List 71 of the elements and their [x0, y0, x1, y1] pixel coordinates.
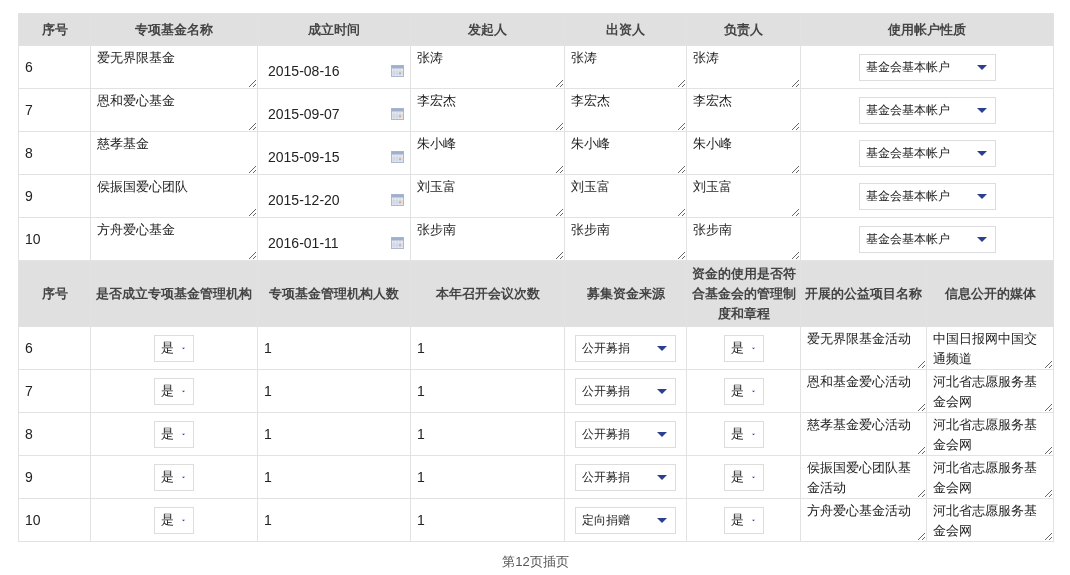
dropdown[interactable]: 是: [154, 463, 194, 491]
dropdown[interactable]: 是: [723, 377, 764, 405]
caret-icon: [976, 64, 987, 70]
column-header: 专项基金管理机构人数: [257, 261, 411, 327]
dropdown[interactable]: 基金会基本帐户: [858, 96, 996, 124]
column-header: 募集资金来源: [564, 261, 687, 327]
calendar-icon[interactable]: [391, 194, 404, 206]
table-cell: 1: [257, 326, 411, 370]
caret-icon: [976, 193, 987, 199]
column-header: 开展的公益项目名称: [800, 261, 927, 327]
table-cell: 6: [18, 326, 91, 370]
dropdown[interactable]: 公开募捐: [575, 377, 676, 405]
dropdown[interactable]: 公开募捐: [575, 334, 676, 362]
column-header: 资金的使用是否符合基金会的管理制度和章程: [686, 261, 801, 327]
dropdown[interactable]: 定向捐赠: [575, 506, 676, 534]
table-cell: 1: [410, 455, 565, 499]
table-cell: 6: [18, 45, 91, 89]
calendar-icon[interactable]: [391, 237, 404, 249]
table-cell: 1: [410, 326, 565, 370]
dropdown[interactable]: 是: [723, 420, 764, 448]
table-cell: 8: [18, 412, 91, 456]
table-cell: 8: [18, 131, 91, 175]
caret-icon: [657, 431, 667, 437]
dropdown[interactable]: 基金会基本帐户: [858, 182, 996, 210]
dropdown[interactable]: 是: [723, 334, 764, 362]
dropdown[interactable]: 是: [723, 506, 764, 534]
table-cell: 10: [18, 217, 91, 261]
table-cell: 1: [410, 369, 565, 413]
column-header: 序号: [18, 13, 91, 46]
dropdown[interactable]: 是: [154, 334, 194, 362]
column-header: 本年召开会议次数: [410, 261, 565, 327]
table-cell: 1: [257, 498, 411, 542]
calendar-icon[interactable]: [391, 151, 404, 163]
column-header: 是否成立专项基金管理机构: [90, 261, 258, 327]
dropdown[interactable]: 公开募捐: [575, 463, 676, 491]
column-header: 成立时间: [257, 13, 411, 46]
column-header: 序号: [18, 261, 91, 327]
table-cell: 1: [257, 455, 411, 499]
table-cell: 1: [257, 412, 411, 456]
calendar-icon[interactable]: [391, 108, 404, 120]
table-cell: 7: [18, 369, 91, 413]
column-header: 专项基金名称: [90, 13, 258, 46]
column-header: 发起人: [410, 13, 565, 46]
dropdown[interactable]: 基金会基本帐户: [858, 53, 996, 81]
dropdown[interactable]: 基金会基本帐户: [858, 225, 996, 253]
table-cell: 7: [18, 88, 91, 132]
column-header: 使用帐户性质: [800, 13, 1054, 46]
caret-icon: [657, 517, 667, 523]
table-cell: 1: [410, 412, 565, 456]
table-cell: 1: [257, 369, 411, 413]
caret-icon: [657, 388, 667, 394]
dropdown[interactable]: 是: [154, 506, 194, 534]
caret-icon: [976, 150, 987, 156]
table-cell: 9: [18, 174, 91, 218]
column-header: 信息公开的媒体: [926, 261, 1054, 327]
caret-icon: [657, 474, 667, 480]
dropdown[interactable]: 是: [154, 420, 194, 448]
caret-icon: [657, 345, 667, 351]
table-cell: 9: [18, 455, 91, 499]
dropdown[interactable]: 公开募捐: [575, 420, 676, 448]
page-footer: 第12页插页: [18, 552, 1053, 572]
dropdown[interactable]: 是: [723, 463, 764, 491]
dropdown[interactable]: 基金会基本帐户: [858, 139, 996, 167]
dropdown[interactable]: 是: [154, 377, 194, 405]
calendar-icon[interactable]: [391, 65, 404, 77]
table-cell: 10: [18, 498, 91, 542]
caret-icon: [976, 236, 987, 242]
column-header: 负责人: [686, 13, 801, 46]
caret-icon: [976, 107, 987, 113]
column-header: 出资人: [564, 13, 687, 46]
table-cell: 1: [410, 498, 565, 542]
